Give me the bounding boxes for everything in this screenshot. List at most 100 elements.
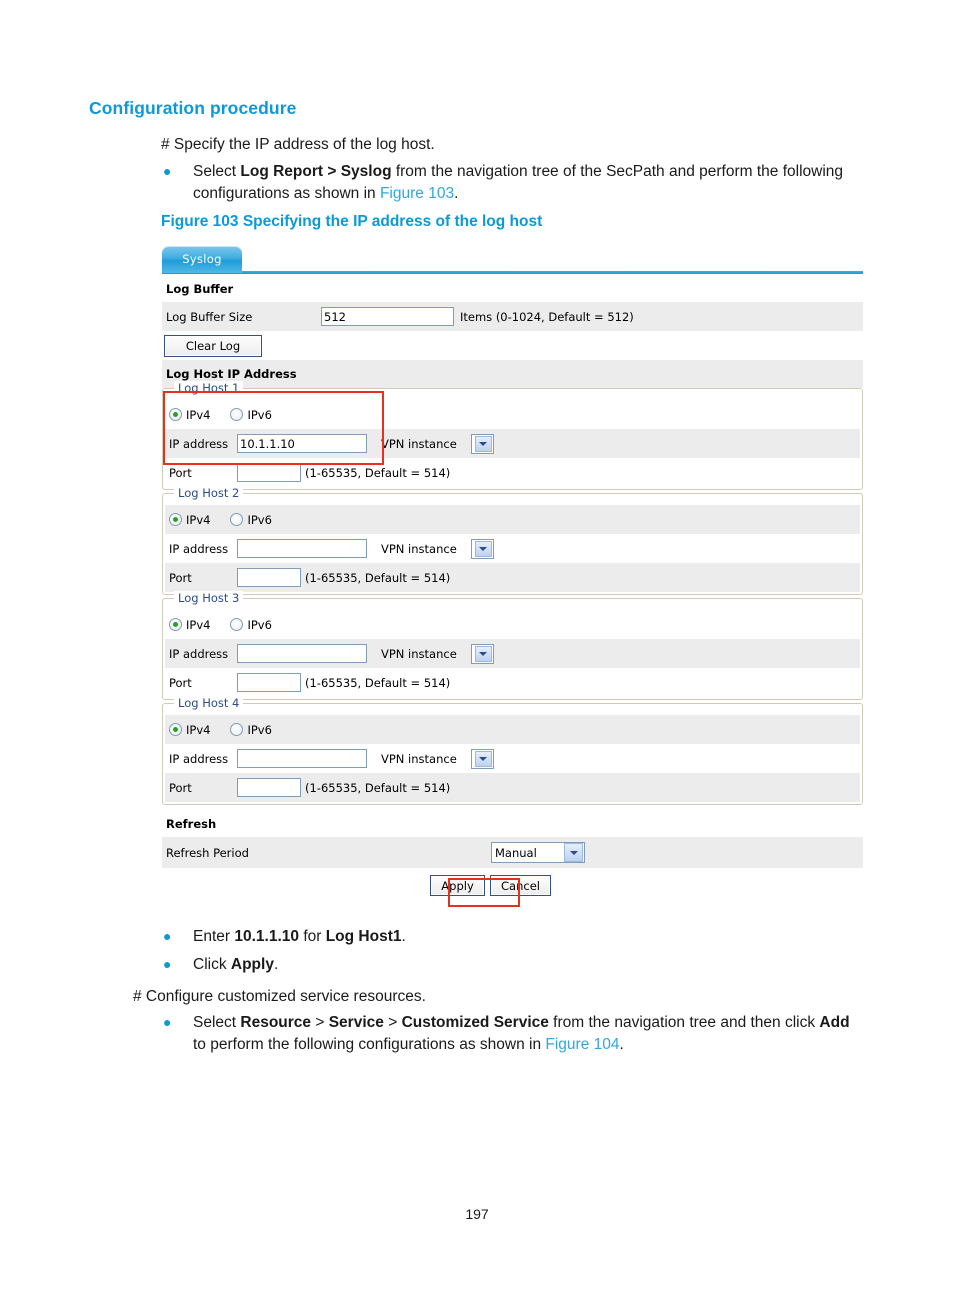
label-ip-address-2: IP address <box>169 541 229 556</box>
radio-ipv6-1[interactable]: IPv6 <box>230 407 272 422</box>
radio-ipv6-3[interactable]: IPv6 <box>230 618 272 632</box>
radio-ipv6-2-icon <box>230 513 244 526</box>
radio-ipv6-1-icon <box>230 408 244 421</box>
figure-104-link[interactable]: Figure 104 <box>545 1036 619 1053</box>
port-input-1[interactable] <box>237 463 301 482</box>
fieldset-log-host-4: Log Host 4 IPv4 IPv6 IP address VPN inst… <box>162 696 863 805</box>
bullet-item-click-apply: ● Click Apply. <box>161 954 851 976</box>
radio-ipv4-1[interactable]: IPv4 <box>169 408 210 422</box>
row-ip-version-1: IPv4 IPv6 <box>165 400 860 429</box>
label-ip-address-3: IP address <box>169 646 229 661</box>
ip-address-input-4[interactable] <box>237 749 367 768</box>
bullet-dot-icon: ● <box>163 1014 172 1030</box>
port-input-2[interactable] <box>237 568 301 587</box>
tab-syslog[interactable]: Syslog <box>162 246 242 273</box>
chevron-down-icon <box>564 843 583 862</box>
log-buffer-size-input[interactable] <box>321 307 454 326</box>
bullet-dot-icon: ● <box>163 928 172 944</box>
fieldset-log-host-3: Log Host 3 IPv4 IPv6 IP address VPN inst… <box>162 591 863 700</box>
form-action-buttons: Apply Cancel <box>140 868 841 901</box>
chevron-down-icon <box>474 645 492 662</box>
radio-ipv6-2[interactable]: IPv6 <box>230 513 272 527</box>
apply-button[interactable]: Apply <box>430 875 486 896</box>
vpn-instance-select-4[interactable] <box>470 748 494 769</box>
page-heading: Configuration procedure <box>89 98 297 118</box>
tab-strip: Syslog <box>162 244 863 276</box>
radio-ipv4-4-label: IPv4 <box>186 722 211 737</box>
label-port-3: Port <box>169 675 192 690</box>
ip-address-input-2[interactable] <box>237 539 367 558</box>
refresh-period-select[interactable]: Manual <box>491 842 585 863</box>
row-port-3: Port (1-65535, Default = 514) <box>165 668 860 697</box>
radio-ipv6-4[interactable]: IPv6 <box>230 722 272 737</box>
radio-ipv6-3-icon <box>230 618 244 631</box>
row-ip-version-4: IPv4 IPv6 <box>165 715 860 744</box>
vpn-instance-select-1[interactable] <box>470 433 494 454</box>
row-ip-address-3: IP address VPN instance <box>165 639 860 668</box>
section-header-refresh: Refresh <box>162 808 863 837</box>
row-port-2: Port (1-65535, Default = 514) <box>165 563 860 592</box>
radio-ipv4-1-label: IPv4 <box>186 407 211 422</box>
bullet-item-text: Select Resource > Service > Customized S… <box>193 1014 850 1054</box>
vpn-instance-select-2[interactable] <box>470 538 494 559</box>
hint-port-2: (1-65535, Default = 514) <box>305 570 451 585</box>
radio-ipv4-2-label: IPv4 <box>186 512 211 527</box>
fieldset-log-host-1: Log Host 1 IPv4 IPv6 IP address VPN inst… <box>162 381 863 490</box>
row-port-1: Port (1-65535, Default = 514) <box>165 458 860 487</box>
fieldset-log-host-2: Log Host 2 IPv4 IPv6 IP address VPN inst… <box>162 486 863 595</box>
bullet-item-text: Click Apply. <box>193 956 279 973</box>
hint-port-4: (1-65535, Default = 514) <box>305 780 451 795</box>
label-port-2: Port <box>169 570 192 585</box>
radio-ipv4-3-label: IPv4 <box>186 617 211 632</box>
chevron-down-icon <box>474 540 492 557</box>
label-ip-address-1: IP address <box>169 436 229 451</box>
ip-address-input-1[interactable] <box>237 434 367 453</box>
label-refresh-period: Refresh Period <box>166 845 249 860</box>
row-refresh-period: Refresh Period Manual <box>162 837 863 868</box>
bullet-item-enter-ip: ● Enter 10.1.1.10 for Log Host1. <box>161 926 851 948</box>
bullet-dot-icon: ● <box>163 956 172 972</box>
radio-ipv4-4[interactable]: IPv4 <box>169 723 210 737</box>
row-ip-address-2: IP address VPN instance <box>165 534 860 563</box>
label-vpn-instance-1: VPN instance <box>381 436 457 451</box>
row-log-buffer-size: Log Buffer Size Items (0-1024, Default =… <box>162 302 863 331</box>
page-number: 197 <box>465 1206 489 1222</box>
label-log-buffer-size: Log Buffer Size <box>166 309 253 324</box>
bullet-item-text: Enter 10.1.1.10 for Log Host1. <box>193 928 406 945</box>
second-intro-line: # Configure customized service resources… <box>133 988 426 1005</box>
refresh-period-value: Manual <box>495 845 537 860</box>
radio-ipv6-1-label: IPv6 <box>247 407 272 422</box>
tab-syslog-label: Syslog <box>182 252 222 266</box>
section-header-log-buffer: Log Buffer <box>162 276 863 302</box>
label-port-1: Port <box>169 465 192 480</box>
ip-address-input-3[interactable] <box>237 644 367 663</box>
label-vpn-instance-2: VPN instance <box>381 541 457 556</box>
radio-ipv6-4-label: IPv6 <box>247 722 272 737</box>
bullet-item-select-log-report: ● Select Log Report > Syslog from the na… <box>161 161 851 206</box>
figure-103-link[interactable]: Figure 103 <box>380 185 454 202</box>
port-input-4[interactable] <box>237 778 301 797</box>
chevron-down-icon <box>474 435 492 452</box>
radio-ipv4-2[interactable]: IPv4 <box>169 513 210 527</box>
radio-ipv4-3[interactable]: IPv4 <box>169 618 210 632</box>
vpn-instance-select-3[interactable] <box>470 643 494 664</box>
legend-log-host-3: Log Host 3 <box>174 591 244 605</box>
chevron-down-icon <box>474 750 492 767</box>
row-clear-log: Clear Log <box>162 331 863 360</box>
radio-ipv4-2-icon <box>169 513 182 526</box>
row-ip-version-2: IPv4 IPv6 <box>165 505 860 534</box>
syslog-web-ui-screenshot: Syslog Log Buffer Log Buffer Size Items … <box>140 244 863 901</box>
bullet-item-select-resource: ● Select Resource > Service > Customized… <box>161 1012 851 1057</box>
radio-ipv6-4-icon <box>230 723 244 736</box>
clear-log-button[interactable]: Clear Log <box>164 334 262 357</box>
cancel-button[interactable]: Cancel <box>490 875 551 896</box>
row-ip-address-1: IP address VPN instance <box>165 429 860 458</box>
port-input-3[interactable] <box>237 673 301 692</box>
hint-log-buffer-size: Items (0-1024, Default = 512) <box>460 309 634 324</box>
legend-log-host-4: Log Host 4 <box>174 696 244 710</box>
label-vpn-instance-4: VPN instance <box>381 751 457 766</box>
bullet-dot-icon: ● <box>163 163 172 179</box>
label-ip-address-4: IP address <box>169 751 229 766</box>
hint-port-3: (1-65535, Default = 514) <box>305 675 451 690</box>
figure-caption: Figure 103 Specifying the IP address of … <box>161 213 543 230</box>
